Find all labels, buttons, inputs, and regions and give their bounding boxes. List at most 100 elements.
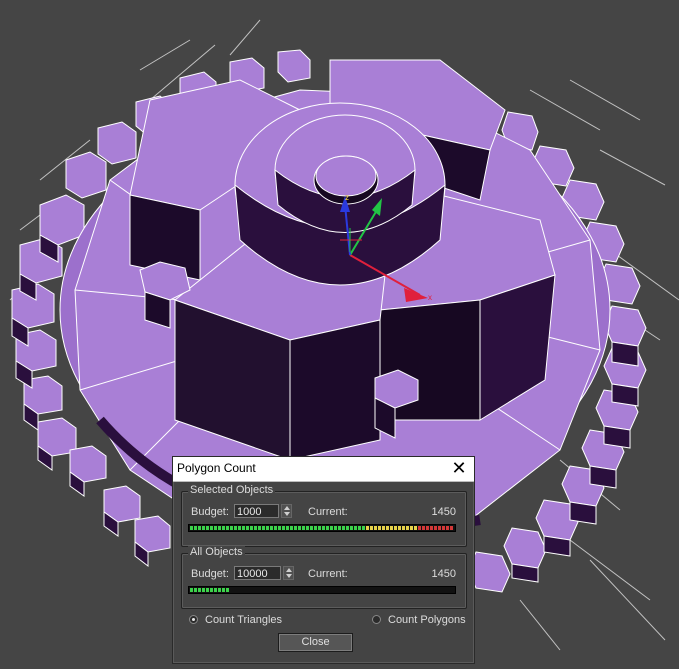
selected-meter-segment <box>338 526 341 530</box>
all-meter-segment <box>410 588 413 592</box>
all-budget-spinner[interactable] <box>283 566 294 580</box>
selected-current-value: 1450 <box>431 506 456 518</box>
all-meter-segment <box>318 588 321 592</box>
selected-meter-segment <box>250 526 253 530</box>
all-meter-segment <box>402 588 405 592</box>
selected-meter-segment <box>254 526 257 530</box>
selected-meter-segment <box>414 526 417 530</box>
count-polygons-radio[interactable] <box>372 615 381 624</box>
all-budget-label: Budget: <box>191 568 229 580</box>
all-meter-segment <box>350 588 353 592</box>
all-meter-segment <box>274 588 277 592</box>
selected-meter-segment <box>210 526 213 530</box>
selected-meter-segment <box>246 526 249 530</box>
all-meter-segment <box>370 588 373 592</box>
selected-meter-segment <box>402 526 405 530</box>
all-meter-segment <box>342 588 345 592</box>
selected-meter-segment <box>218 526 221 530</box>
selected-meter-segment <box>378 526 381 530</box>
count-polygons-label: Count Polygons <box>388 614 466 626</box>
gizmo-x-label: x <box>428 293 432 302</box>
selected-meter-segment <box>438 526 441 530</box>
selected-meter-bar <box>188 524 456 532</box>
selected-meter-segment <box>450 526 453 530</box>
all-meter-segment <box>190 588 193 592</box>
all-meter-segment <box>230 588 233 592</box>
all-meter-segment <box>218 588 221 592</box>
selected-meter-segment <box>314 526 317 530</box>
selected-meter-segment <box>310 526 313 530</box>
selected-meter-segment <box>406 526 409 530</box>
selected-budget-spinner[interactable] <box>281 504 292 518</box>
all-meter-segment <box>290 588 293 592</box>
all-meter-segment <box>202 588 205 592</box>
close-icon[interactable]: ✕ <box>444 457 474 481</box>
all-meter-segment <box>450 588 453 592</box>
selected-meter-segment <box>294 526 297 530</box>
selected-meter-segment <box>274 526 277 530</box>
selected-meter-segment <box>222 526 225 530</box>
selected-meter-segment <box>326 526 329 530</box>
all-meter-segment <box>254 588 257 592</box>
selected-meter-segment <box>194 526 197 530</box>
selected-meter-segment <box>214 526 217 530</box>
all-meter-segment <box>258 588 261 592</box>
dialog-titlebar[interactable]: Polygon Count ✕ <box>173 457 474 482</box>
all-meter-segment <box>334 588 337 592</box>
selected-meter-segment <box>346 526 349 530</box>
selected-meter-segment <box>442 526 445 530</box>
all-meter-segment <box>246 588 249 592</box>
selected-meter-segment <box>430 526 433 530</box>
all-meter-segment <box>210 588 213 592</box>
all-meter-bar <box>188 586 456 594</box>
selected-current-label: Current: <box>308 506 348 518</box>
all-meter-segment <box>282 588 285 592</box>
count-triangles-radio[interactable] <box>189 615 198 624</box>
all-meter-segment <box>330 588 333 592</box>
selected-meter-segment <box>426 526 429 530</box>
all-current-label: Current: <box>308 568 348 580</box>
all-meter-segment <box>442 588 445 592</box>
selected-meter-segment <box>230 526 233 530</box>
dialog-title: Polygon Count <box>177 461 256 475</box>
selected-meter-segment <box>330 526 333 530</box>
all-meter-segment <box>390 588 393 592</box>
all-meter-segment <box>326 588 329 592</box>
selected-meter-segment <box>282 526 285 530</box>
all-meter-segment <box>374 588 377 592</box>
all-meter-segment <box>234 588 237 592</box>
all-meter-segment <box>346 588 349 592</box>
selected-meter-segment <box>206 526 209 530</box>
all-meter-segment <box>278 588 281 592</box>
all-meter-segment <box>262 588 265 592</box>
all-current-value: 1450 <box>431 568 456 580</box>
selected-meter-segment <box>366 526 369 530</box>
selected-meter-segment <box>262 526 265 530</box>
selected-meter-segment <box>370 526 373 530</box>
selected-meter-segment <box>270 526 273 530</box>
selected-meter-segment <box>190 526 193 530</box>
selected-meter-segment <box>226 526 229 530</box>
all-objects-group: All Objects Budget: 10000 Current: 1450 <box>181 546 467 609</box>
all-meter-segment <box>226 588 229 592</box>
close-button[interactable]: Close <box>278 633 353 652</box>
all-meter-segment <box>194 588 197 592</box>
selected-meter-segment <box>386 526 389 530</box>
selected-meter-segment <box>382 526 385 530</box>
gear-hub <box>234 102 446 286</box>
all-meter-segment <box>322 588 325 592</box>
all-meter-segment <box>314 588 317 592</box>
all-meter-segment <box>398 588 401 592</box>
selected-meter-segment <box>318 526 321 530</box>
selected-meter-segment <box>322 526 325 530</box>
polygon-count-dialog: Polygon Count ✕ Selected Objects Budget:… <box>172 456 475 664</box>
all-budget-input[interactable]: 10000 <box>234 566 281 580</box>
selected-budget-input[interactable]: 1000 <box>234 504 279 518</box>
all-meter-segment <box>446 588 449 592</box>
selected-meter-segment <box>302 526 305 530</box>
selected-meter-segment <box>258 526 261 530</box>
selected-meter-segment <box>238 526 241 530</box>
all-meter-segment <box>206 588 209 592</box>
all-meter-segment <box>238 588 241 592</box>
all-meter-segment <box>250 588 253 592</box>
